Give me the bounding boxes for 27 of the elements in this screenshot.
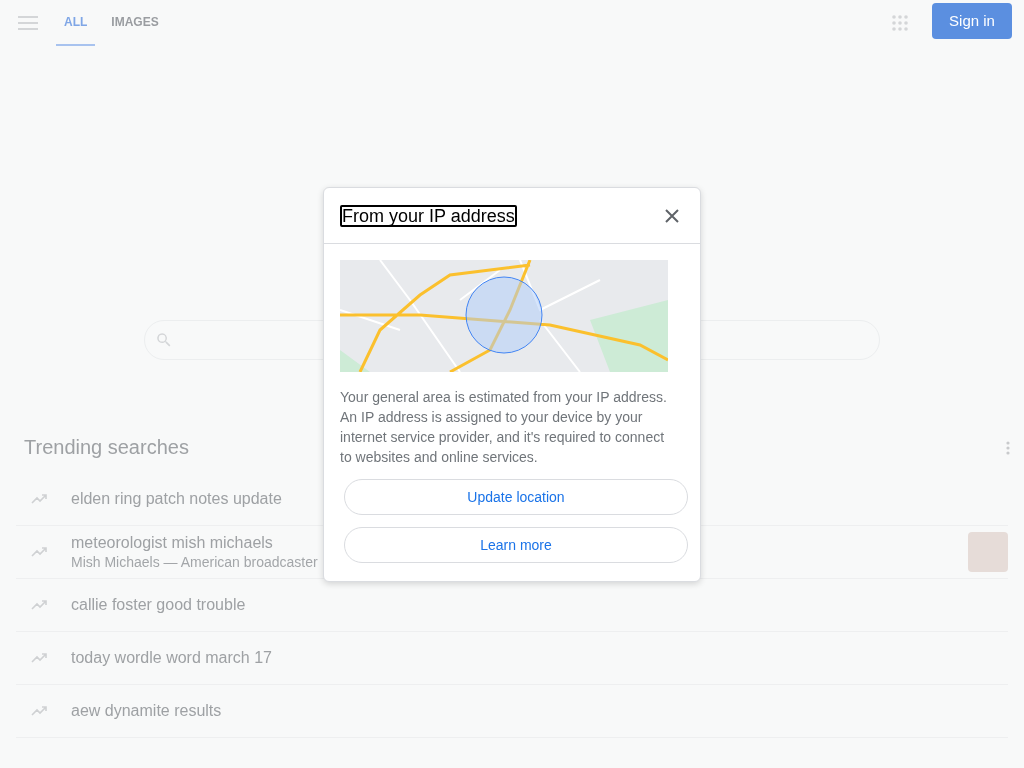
trending-item[interactable]: aew dynamite results: [16, 685, 1008, 738]
tab[interactable]: ALL: [56, 0, 96, 46]
search-term: aew dynamite results: [71, 702, 222, 720]
search-term: callie foster good trouble: [71, 596, 246, 614]
dialog-button[interactable]: Update location: [344, 479, 688, 515]
close-icon[interactable]: [665, 208, 679, 223]
trending-up-icon: [31, 494, 49, 504]
dialog-button[interactable]: Learn more: [344, 527, 688, 563]
search-term: meteorologist mish michaels: [71, 534, 273, 552]
search-icon: [155, 331, 173, 349]
trending-item[interactable]: today wordle word march 17: [16, 632, 1008, 685]
search-description: Mish Michaels — American broadcaster: [71, 554, 318, 570]
trending-up-icon: [31, 706, 49, 716]
trending-up-icon: [31, 600, 49, 610]
dialog-text: Your general area is estimated from your IP address. An IP address is assigned to your device by your internet service provider, and it's required to connect to websites and online services.: [340, 388, 668, 467]
trending-up-icon: [31, 653, 49, 663]
dialog-title: From your IP address: [340, 204, 517, 227]
apps-grid-icon[interactable]: [892, 15, 908, 31]
more-options-icon[interactable]: [1006, 440, 1010, 455]
sign-in-button[interactable]: Sign in: [932, 2, 1012, 39]
search-term: today wordle word march 17: [71, 649, 272, 667]
trending-up-icon: [31, 547, 49, 557]
search-term: elden ring patch notes update: [71, 490, 282, 508]
tab[interactable]: IMAGES: [103, 0, 167, 46]
photo-placeholder: [968, 532, 1008, 572]
section-title: Trending searches: [24, 436, 189, 459]
menu-icon[interactable]: [18, 16, 38, 30]
